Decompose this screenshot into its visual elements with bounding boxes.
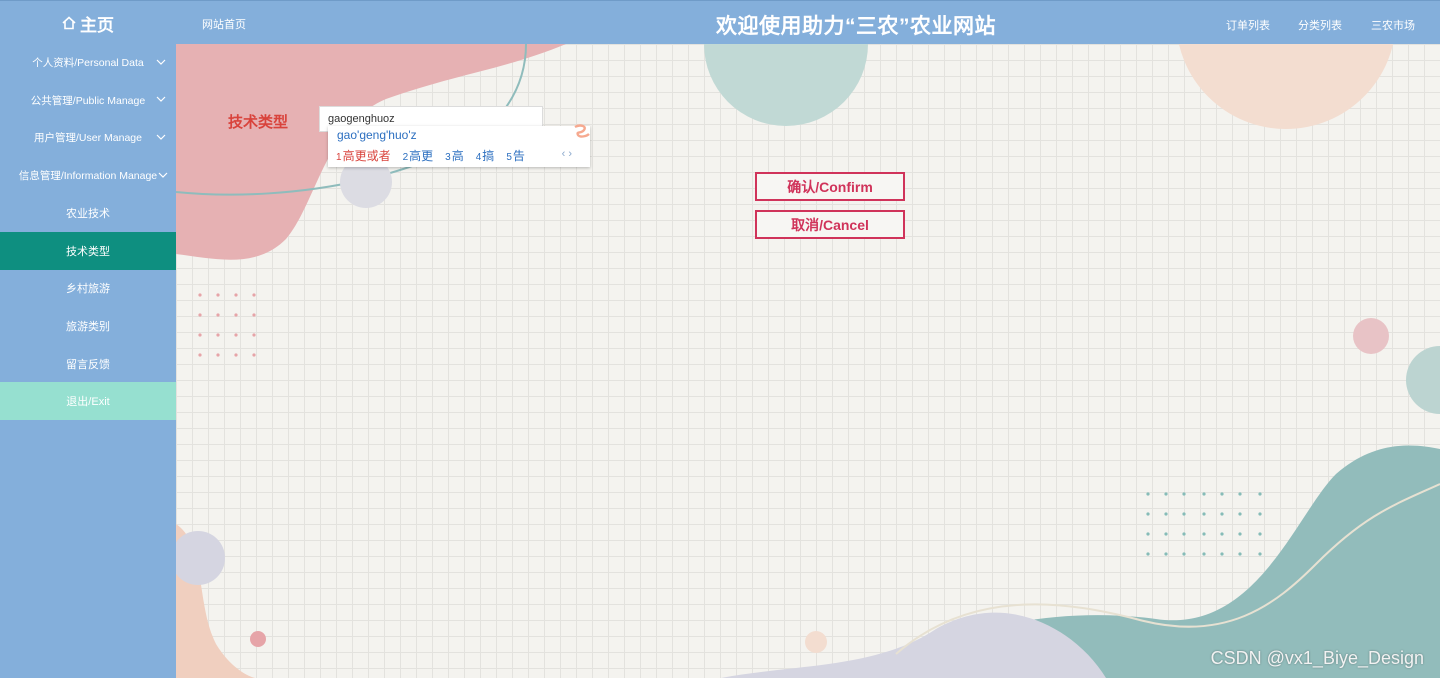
ime-candidate[interactable]: 3高 (445, 147, 464, 164)
sidebar-item-rural-tourism[interactable]: 乡村旅游 (0, 270, 176, 308)
home-label: 主页 (80, 15, 114, 35)
sidebar-item-label: 技术类型 (66, 245, 110, 258)
top-bar: 主页 网站首页 欢迎使用助力“三农”农业网站 订单列表 分类列表 三农市场 (0, 0, 1440, 44)
category-list-link[interactable]: 分类列表 (1298, 17, 1342, 33)
ime-candidate-popup: gao'geng'huo'z 1高更或者 2高更 3高 4搞 5告 ‹ › (328, 124, 590, 167)
sidebar-item-tourism-category[interactable]: 旅游类别 (0, 307, 176, 345)
sidebar-item-label: 退出/Exit (66, 396, 110, 409)
tech-type-label: 技术类型 (228, 114, 289, 131)
sidebar-item-label: 公共管理/Public Manage (30, 94, 146, 107)
sidebar-item-label: 用户管理/User Manage (34, 132, 142, 145)
market-link[interactable]: 三农市场 (1371, 17, 1415, 33)
chevron-down-icon (158, 172, 168, 178)
ime-candidates: 1高更或者 2高更 3高 4搞 5告 (336, 147, 525, 164)
ime-pinyin-text: gao'geng'huo'z (337, 128, 417, 142)
page-title: 欢迎使用助力“三农”农业网站 (716, 15, 996, 38)
ime-logo-icon (574, 124, 590, 138)
sidebar-item-personal-data[interactable]: 个人资料/Personal Data (0, 44, 176, 82)
ime-candidate[interactable]: 2高更 (403, 147, 434, 164)
sidebar-item-label: 旅游类别 (66, 320, 110, 333)
chevron-down-icon (156, 96, 166, 103)
confirm-button[interactable]: 确认/Confirm (755, 172, 905, 201)
ime-candidate[interactable]: 4搞 (476, 147, 495, 164)
sidebar-item-public-manage[interactable]: 公共管理/Public Manage (0, 82, 176, 120)
chevron-down-icon (156, 134, 166, 140)
sidebar-item-label: 农业技术 (66, 208, 110, 221)
sidebar-item-tech-type[interactable]: 技术类型 (0, 231, 176, 270)
sidebar-item-information-manage[interactable]: 信息管理/Information Manage (0, 157, 176, 195)
sidebar-item-label: 乡村旅游 (66, 283, 110, 296)
home-link[interactable]: 主页 (0, 1, 176, 45)
order-list-link[interactable]: 订单列表 (1226, 17, 1270, 33)
ime-candidate[interactable]: 1高更或者 (336, 147, 391, 164)
cancel-button[interactable]: 取消/Cancel (755, 210, 905, 239)
watermark: CSDN @vx1_Biye_Design (1210, 648, 1424, 668)
ime-candidate[interactable]: 5告 (506, 147, 525, 164)
chevron-down-icon (156, 59, 166, 65)
sidebar-item-exit[interactable]: 退出/Exit (0, 382, 176, 420)
sidebar-item-label: 留言反馈 (66, 358, 110, 371)
home-icon (62, 16, 76, 30)
ime-page-nav[interactable]: ‹ › (562, 148, 572, 160)
sidebar: 个人资料/Personal Data 公共管理/Public Manage 用户… (0, 44, 176, 678)
sidebar-item-user-manage[interactable]: 用户管理/User Manage (0, 119, 176, 157)
sidebar-item-feedback[interactable]: 留言反馈 (0, 345, 176, 383)
site-home-link[interactable]: 网站首页 (202, 16, 246, 32)
sidebar-item-label: 信息管理/Information Manage (18, 170, 158, 183)
sidebar-item-agri-tech[interactable]: 农业技术 (0, 194, 176, 232)
sidebar-item-label: 个人资料/Personal Data (32, 57, 144, 70)
